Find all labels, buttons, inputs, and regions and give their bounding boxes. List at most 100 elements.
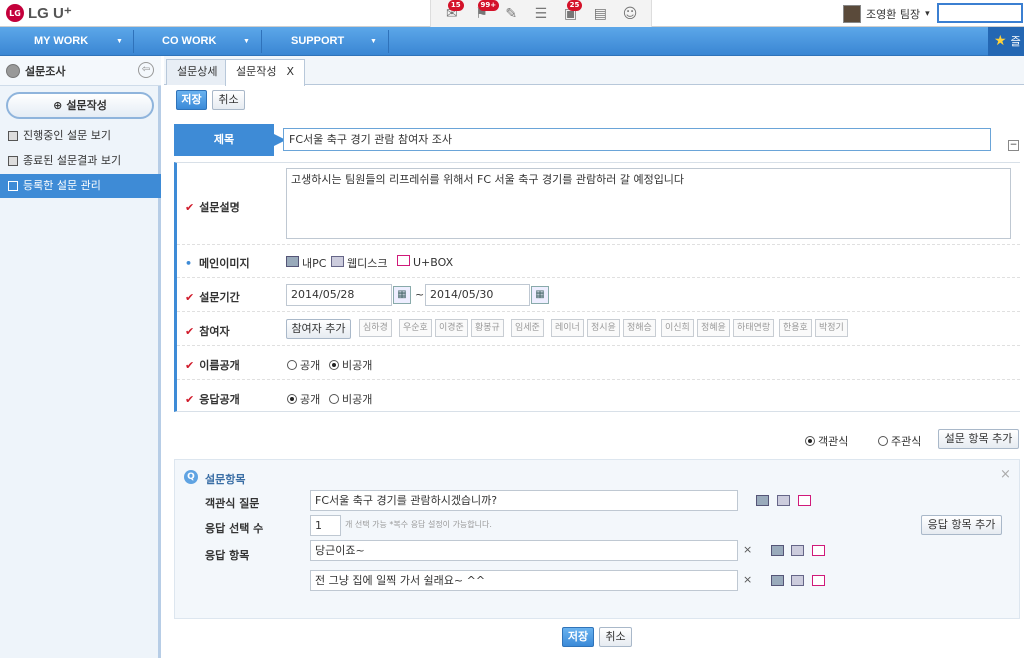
pc-icon[interactable] <box>756 495 769 506</box>
webdisk-icon[interactable] <box>791 545 804 556</box>
option-label: 비공개 <box>342 359 373 372</box>
uplus-box-icon[interactable] <box>812 575 825 586</box>
description-row: ✔ 설문설명 고생하시는 팀원들의 리프레쉬를 위해서 FC 서울 축구 경기를 … <box>177 163 1020 245</box>
required-mark: ✔ <box>185 393 195 406</box>
name-public-option-private[interactable]: 비공개 <box>329 357 372 373</box>
image-row: • 메인이미지 내PC 웹디스크 U+BOX <box>177 245 1020 278</box>
contact-icon[interactable]: ☺ <box>621 6 639 22</box>
answer-public-option-private[interactable]: 비공개 <box>329 391 372 407</box>
participant-tag[interactable]: 심하경 <box>359 319 392 337</box>
type-subjective[interactable]: 주관식 <box>878 433 921 449</box>
webdisk-icon[interactable] <box>777 495 790 506</box>
calendar-icon[interactable]: ▣ 25 <box>562 0 583 22</box>
participant-tag[interactable]: 한용호 <box>779 319 812 337</box>
radio-private[interactable] <box>329 360 339 370</box>
list-icon <box>8 156 18 166</box>
search-input[interactable] <box>937 3 1023 23</box>
pc-icon <box>286 256 299 267</box>
cancel-button[interactable]: 취소 <box>212 90 245 110</box>
participant-tag[interactable]: 임세준 <box>511 319 544 337</box>
footer-save-button[interactable]: 저장 <box>562 627 594 647</box>
nav-support[interactable]: SUPPORT ▼ <box>291 27 377 56</box>
type-objective[interactable]: 객관식 <box>805 433 848 449</box>
answer-public-label: ✔ 응답공개 <box>185 393 240 406</box>
question-input[interactable]: FC서울 축구 경기를 관람하시겠습니까? <box>310 490 738 511</box>
mail-icon[interactable]: ✉ 15 <box>443 0 464 22</box>
radio-private[interactable] <box>329 394 339 404</box>
tab-survey-write[interactable]: 설문작성 X <box>225 59 306 86</box>
chat-icon[interactable]: ✎ <box>502 6 520 22</box>
participant-tag[interactable]: 정혜윤 <box>697 319 730 337</box>
pc-icon[interactable] <box>771 545 784 556</box>
name-public-option-public[interactable]: 공개 <box>287 357 320 373</box>
remove-answer-icon[interactable]: × <box>743 573 752 586</box>
add-answer-button[interactable]: 응답 항목 추가 <box>921 515 1002 535</box>
close-icon[interactable]: X <box>286 65 294 78</box>
collapse-icon[interactable]: − <box>1008 140 1019 151</box>
flag-icon[interactable]: ⚑ 99+ <box>473 0 500 22</box>
tab-bar: 설문상세 설문작성 X <box>164 56 1024 86</box>
participant-tag[interactable]: 박정기 <box>815 319 848 337</box>
radio-objective[interactable] <box>805 436 815 446</box>
sidebar-item-registered[interactable]: 등록한 설문 관리 <box>0 174 161 198</box>
nav-co-work[interactable]: CO WORK ▼ <box>162 27 250 56</box>
name-public-label: ✔ 이름공개 <box>185 359 240 372</box>
option-label: U+BOX <box>413 256 454 269</box>
back-icon[interactable]: ⇦ <box>138 62 154 78</box>
end-date-input[interactable]: 2014/05/30 <box>425 284 530 306</box>
sidebar-item-label: 종료된 설문결과 보기 <box>23 154 122 167</box>
select-count-input[interactable]: 1 <box>310 515 341 536</box>
participant-tag[interactable]: 정시윤 <box>587 319 620 337</box>
participant-tag[interactable]: 이신희 <box>661 319 694 337</box>
sidebar-item-ended[interactable]: 종료된 설문결과 보기 <box>0 149 161 173</box>
description-textarea[interactable]: 고생하시는 팀원들의 리프레쉬를 위해서 FC 서울 축구 경기를 관람하러 갈… <box>286 168 1011 239</box>
add-survey-item-button[interactable]: 설문 항목 추가 <box>938 429 1019 449</box>
add-participant-button[interactable]: 참여자 추가 <box>286 319 351 339</box>
plus-circle-icon: ⊕ <box>53 99 63 112</box>
favorites-button[interactable]: ★ 즐 <box>988 27 1024 56</box>
participant-tag[interactable]: 이경준 <box>435 319 468 337</box>
remove-answer-icon[interactable]: × <box>743 543 752 556</box>
calendar-icon[interactable]: ▦ <box>531 286 549 304</box>
title-input[interactable]: FC서울 축구 경기 관람 참여자 조사 <box>283 128 991 151</box>
option-label: 웹디스크 <box>347 257 388 270</box>
participant-tag[interactable]: 황봉규 <box>471 319 504 337</box>
survey-form: ✔ 설문설명 고생하시는 팀원들의 리프레쉬를 위해서 FC 서울 축구 경기를 … <box>174 162 1020 412</box>
webdisk-icon[interactable] <box>791 575 804 586</box>
user-menu[interactable]: 조영환 팀장 ▾ <box>843 4 930 24</box>
uplus-box-icon[interactable] <box>798 495 811 506</box>
radio-public[interactable] <box>287 394 297 404</box>
answer-input-1[interactable]: 당근이죠~ <box>310 540 738 561</box>
answer-input-2[interactable]: 전 그냥 집에 일찍 가서 쉴래요~ ^^ <box>310 570 738 591</box>
image-source-webdisk[interactable]: 웹디스크 <box>331 255 387 271</box>
radio-public[interactable] <box>287 360 297 370</box>
lg-uplus-logo[interactable]: LG LG U⁺ <box>6 3 72 23</box>
image-source-uplusbox[interactable]: U+BOX <box>397 255 453 269</box>
footer-cancel-button[interactable]: 취소 <box>599 627 632 647</box>
participant-tag[interactable]: 정해승 <box>623 319 656 337</box>
tab-survey-detail[interactable]: 설문상세 <box>166 59 229 85</box>
participant-tag[interactable]: 레이너 <box>551 319 584 337</box>
pc-icon[interactable] <box>771 575 784 586</box>
sidebar-item-ongoing[interactable]: 진행중인 설문 보기 <box>0 124 161 148</box>
calculator-icon[interactable]: ▤ <box>591 6 609 22</box>
uplus-box-icon[interactable] <box>812 545 825 556</box>
new-survey-button[interactable]: ⊕ 설문작성 <box>6 92 154 119</box>
uplus-box-icon <box>397 255 410 266</box>
tab-label: 설문상세 <box>177 65 218 78</box>
radio-subjective[interactable] <box>878 436 888 446</box>
nav-divider <box>261 30 262 53</box>
save-button[interactable]: 저장 <box>176 90 207 110</box>
start-date-input[interactable]: 2014/05/28 <box>286 284 392 306</box>
question-panel: Q 설문항목 × 객관식 질문 FC서울 축구 경기를 관람하시겠습니까? 응답… <box>174 459 1020 619</box>
note-icon[interactable]: ☰ <box>532 6 550 22</box>
chevron-down-icon: ▼ <box>116 38 123 45</box>
participant-tag[interactable]: 우순호 <box>399 319 432 337</box>
nav-my-work[interactable]: MY WORK ▼ <box>34 27 123 56</box>
close-icon[interactable]: × <box>1000 467 1011 482</box>
calendar-icon[interactable]: ▦ <box>393 286 411 304</box>
image-source-mypc[interactable]: 내PC <box>286 255 326 271</box>
participant-tag[interactable]: 하태연랑 <box>733 319 775 337</box>
answer-public-row: ✔ 응답공개 공개 비공개 <box>177 380 1020 413</box>
answer-public-option-public[interactable]: 공개 <box>287 391 320 407</box>
